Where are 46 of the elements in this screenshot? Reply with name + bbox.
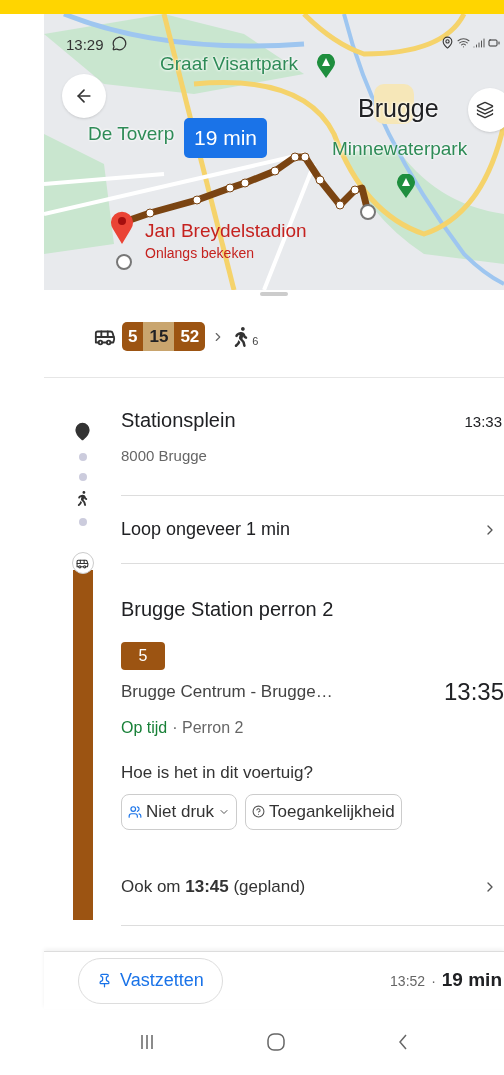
people-icon (128, 804, 142, 819)
platform-text: · Perron 2 (172, 718, 244, 738)
line-number: 5 (121, 642, 165, 670)
status-time: 13:29 (66, 35, 104, 55)
walk-step[interactable]: Loop ongeveer 1 min (121, 496, 504, 564)
tree-icon (316, 54, 336, 78)
stop-address: 8000 Brugge (121, 446, 208, 467)
duration-bubble: 19 min (184, 118, 268, 158)
separator-dot: · (431, 972, 436, 992)
walk-icon (75, 491, 90, 506)
help-icon (252, 805, 266, 818)
stop-name: Stationsplein (121, 408, 236, 434)
drag-handle[interactable] (260, 292, 288, 296)
also-departure-text: Ook om 13:45 (gepland) (121, 876, 306, 899)
departure-time: 13:35 (443, 677, 504, 707)
wifi-icon (457, 36, 470, 49)
crowding-chip[interactable]: Niet druk (121, 793, 238, 830)
pin-icon (97, 973, 112, 988)
tree-icon (396, 174, 416, 198)
line-badge: 52 (174, 321, 206, 352)
battery-icon (488, 36, 500, 49)
park-label: De Toverp (88, 122, 175, 146)
location-icon (441, 36, 454, 49)
layers-icon (476, 101, 494, 119)
route-start-marker (116, 254, 132, 270)
line-badge: 5 (122, 321, 144, 352)
arrival-time: 13:52 (390, 972, 426, 992)
chat-icon (112, 36, 127, 51)
location-pin-icon (73, 422, 92, 441)
home-icon[interactable] (267, 1033, 285, 1051)
signal-icon (473, 36, 485, 49)
status-text: Op tijd (121, 718, 168, 738)
crowding-question: Hoe is het in dit voertuig? (121, 762, 314, 784)
trip-duration: 19 min (441, 968, 502, 993)
stop-name: Brugge Station perron 2 (121, 597, 335, 622)
back-nav-icon[interactable] (397, 1034, 408, 1050)
accessibility-chip[interactable]: Toegankelijkheid (245, 793, 402, 830)
line-badge: 15 (143, 321, 175, 352)
city-label: Brugge (358, 93, 439, 124)
headsign: Brugge Centrum - Brugge… (121, 681, 333, 704)
destination-pin-icon (110, 210, 134, 244)
walk-minutes: 6 (252, 334, 259, 350)
recents-icon[interactable] (140, 1034, 155, 1050)
route-end-marker (360, 204, 376, 220)
stop-time: 13:33 (464, 412, 503, 433)
also-departure-row[interactable]: Ook om 13:45 (gepland) (121, 849, 504, 926)
